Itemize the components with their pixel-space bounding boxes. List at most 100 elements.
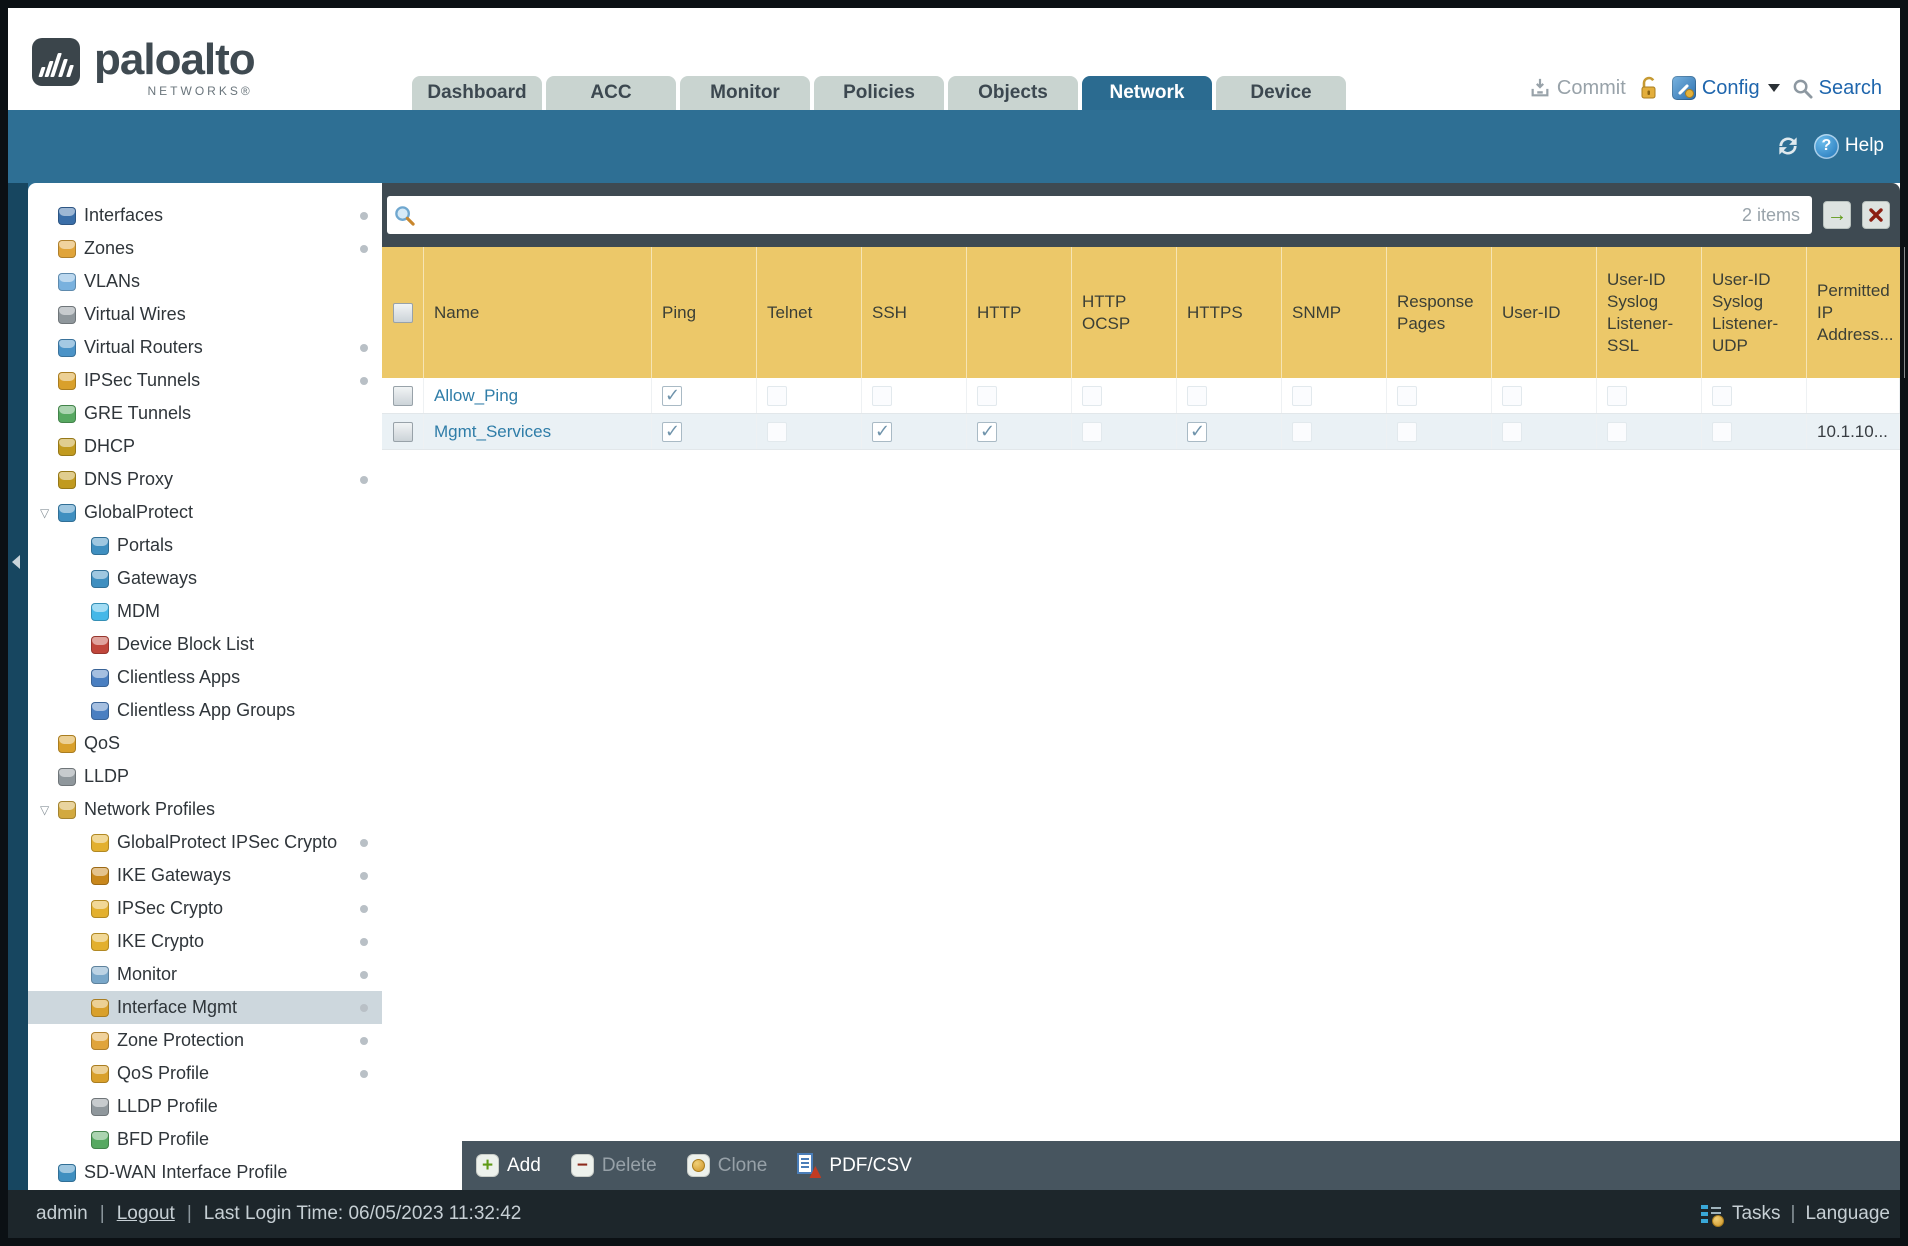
language-button[interactable]: Language (1805, 1203, 1890, 1225)
pdf-csv-button[interactable]: PDF/CSV (797, 1153, 912, 1178)
sidebar-item-globalprotect-ipsec-crypto[interactable]: GlobalProtect IPSec Crypto (28, 826, 382, 859)
snmp-checkbox[interactable] (1292, 421, 1312, 442)
column-header-http[interactable]: HTTP (967, 247, 1072, 378)
telnet-checkbox[interactable] (767, 421, 787, 442)
column-header-https[interactable]: HTTPS (1177, 247, 1282, 378)
column-header-name[interactable]: Name (424, 247, 652, 378)
delete-button[interactable]: − Delete (570, 1154, 657, 1177)
column-header-user-id[interactable]: User-ID (1492, 247, 1597, 378)
sidebar-item-lldp[interactable]: LLDP (28, 760, 382, 793)
sidebar-item-virtual-routers[interactable]: Virtual Routers (28, 331, 382, 364)
tab-objects[interactable]: Objects (948, 76, 1078, 110)
sidebar-item-ike-gateways[interactable]: IKE Gateways (28, 859, 382, 892)
sidebar-item-vlans[interactable]: VLANs (28, 265, 382, 298)
http-ocsp-checkbox[interactable] (1082, 421, 1102, 442)
uid-syslog-ssl-checkbox[interactable] (1607, 421, 1627, 442)
sidebar-item-lldp-profile[interactable]: LLDP Profile (28, 1090, 382, 1123)
sidebar-item-device-block-list[interactable]: Device Block List (28, 628, 382, 661)
sidebar-item-zones[interactable]: Zones (28, 232, 382, 265)
http-checkbox[interactable] (977, 421, 997, 442)
tasks-button[interactable]: Tasks (1732, 1203, 1781, 1225)
ping-checkbox[interactable] (662, 385, 682, 406)
ssh-checkbox[interactable] (872, 421, 892, 442)
sidebar-collapse-rail[interactable] (8, 183, 28, 1190)
sidebar-item-clientless-app-groups[interactable]: Clientless App Groups (28, 694, 382, 727)
column-header-snmp[interactable]: SNMP (1282, 247, 1387, 378)
config-menu-button[interactable]: Config (1671, 76, 1780, 100)
sidebar-item-interface-mgmt[interactable]: Interface Mgmt (28, 991, 382, 1024)
add-button[interactable]: + Add (476, 1154, 541, 1177)
tab-network[interactable]: Network (1082, 76, 1212, 110)
apply-filter-button[interactable]: → (1823, 201, 1851, 229)
sidebar-item-ipsec-tunnels[interactable]: IPSec Tunnels (28, 364, 382, 397)
clone-button[interactable]: Clone (686, 1154, 767, 1177)
row-name-link[interactable]: Mgmt_Services (434, 422, 551, 442)
tab-acc[interactable]: ACC (546, 76, 676, 110)
help-button[interactable]: ? Help (1813, 133, 1884, 159)
column-header-uid-syslog-ssl[interactable]: User-ID Syslog Listener-SSL (1597, 247, 1702, 378)
sidebar-item-bfd-profile[interactable]: BFD Profile (28, 1123, 382, 1156)
column-header-http-ocsp[interactable]: HTTP OCSP (1072, 247, 1177, 378)
sidebar-item-sd-wan-interface-profile[interactable]: SD-WAN Interface Profile (28, 1156, 382, 1189)
column-header-ping[interactable]: Ping (652, 247, 757, 378)
http-checkbox[interactable] (977, 385, 997, 406)
sidebar-item-ike-crypto[interactable]: IKE Crypto (28, 925, 382, 958)
expanded-triangle-icon[interactable]: ▽ (40, 804, 58, 816)
sidebar-item-portals[interactable]: Portals (28, 529, 382, 562)
sidebar-item-network-profiles[interactable]: ▽ Network Profiles (28, 793, 382, 826)
sidebar-item-ipsec-crypto[interactable]: IPSec Crypto (28, 892, 382, 925)
select-all-checkbox[interactable] (392, 302, 413, 323)
https-checkbox[interactable] (1187, 385, 1207, 406)
help-label: Help (1844, 135, 1884, 156)
column-header-permitted-ip[interactable]: Permitted IP Address... (1807, 247, 1905, 378)
sidebar-item-gre-tunnels[interactable]: GRE Tunnels (28, 397, 382, 430)
https-checkbox[interactable] (1187, 421, 1207, 442)
tasks-icon (1700, 1204, 1724, 1227)
sidebar-item-qos[interactable]: QoS (28, 727, 382, 760)
tab-dashboard[interactable]: Dashboard (412, 76, 542, 110)
snmp-checkbox[interactable] (1292, 385, 1312, 406)
tab-monitor[interactable]: Monitor (680, 76, 810, 110)
column-header-telnet[interactable]: Telnet (757, 247, 862, 378)
telnet-checkbox[interactable] (767, 385, 787, 406)
uid-syslog-udp-checkbox[interactable] (1712, 421, 1732, 442)
toolbar-button-label: Add (507, 1154, 541, 1176)
sidebar-item-gateways[interactable]: Gateways (28, 562, 382, 595)
unlock-icon[interactable] (1638, 76, 1660, 100)
refresh-icon[interactable] (1775, 133, 1801, 159)
sidebar-item-monitor[interactable]: Monitor (28, 958, 382, 991)
column-header-ssh[interactable]: SSH (862, 247, 967, 378)
ssh-checkbox[interactable] (872, 385, 892, 406)
sidebar-item-dhcp[interactable]: DHCP (28, 430, 382, 463)
column-header-response-pages[interactable]: Response Pages (1387, 247, 1492, 378)
sidebar-item-interfaces[interactable]: Interfaces (28, 199, 382, 232)
user-id-checkbox[interactable] (1502, 385, 1522, 406)
row-name-link[interactable]: Allow_Ping (434, 386, 518, 406)
logout-link[interactable]: Logout (117, 1203, 175, 1225)
sidebar-item-clientless-apps[interactable]: Clientless Apps (28, 661, 382, 694)
column-header-uid-syslog-udp[interactable]: User-ID Syslog Listener-UDP (1702, 247, 1807, 378)
sidebar-item-label: Device Block List (117, 634, 255, 654)
response-pages-checkbox[interactable] (1397, 421, 1417, 442)
sidebar-item-qos-profile[interactable]: QoS Profile (28, 1057, 382, 1090)
ping-checkbox[interactable] (662, 421, 682, 442)
sidebar-item-virtual-wires[interactable]: Virtual Wires (28, 298, 382, 331)
uid-syslog-udp-checkbox[interactable] (1712, 385, 1732, 406)
response-pages-checkbox[interactable] (1397, 385, 1417, 406)
tab-device[interactable]: Device (1216, 76, 1346, 110)
commit-button[interactable]: Commit (1529, 77, 1626, 100)
search-menu-button[interactable]: Search (1792, 77, 1882, 100)
sidebar-item-zone-protection[interactable]: Zone Protection (28, 1024, 382, 1057)
clear-filter-button[interactable] (1862, 201, 1890, 229)
user-id-checkbox[interactable] (1502, 421, 1522, 442)
tab-policies[interactable]: Policies (814, 76, 944, 110)
expanded-triangle-icon[interactable]: ▽ (40, 507, 58, 519)
row-select-checkbox[interactable] (392, 421, 413, 442)
http-ocsp-checkbox[interactable] (1082, 385, 1102, 406)
sidebar-item-globalprotect[interactable]: ▽ GlobalProtect (28, 496, 382, 529)
search-input[interactable] (416, 204, 1732, 226)
uid-syslog-ssl-checkbox[interactable] (1607, 385, 1627, 406)
sidebar-item-dns-proxy[interactable]: DNS Proxy (28, 463, 382, 496)
row-select-checkbox[interactable] (392, 385, 413, 406)
sidebar-item-mdm[interactable]: MDM (28, 595, 382, 628)
